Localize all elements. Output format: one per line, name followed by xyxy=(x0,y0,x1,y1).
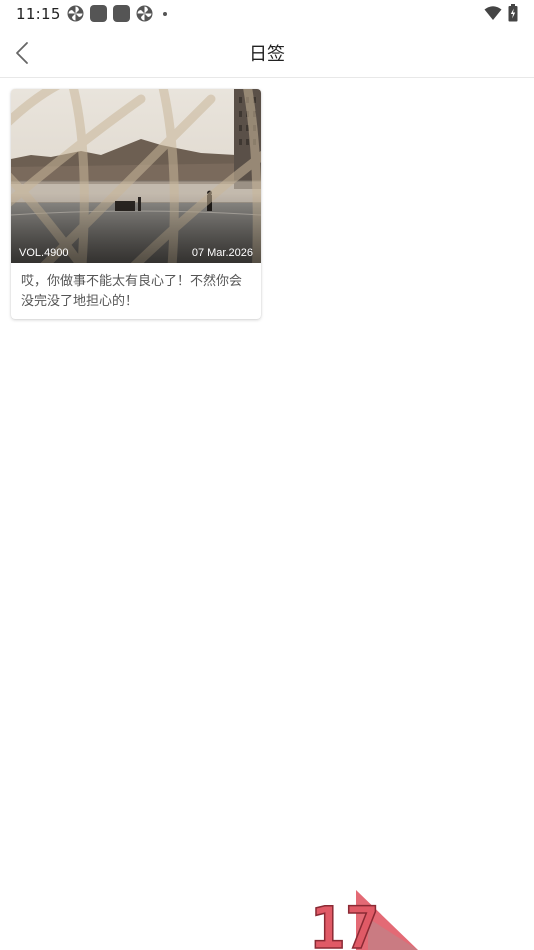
battery-icon xyxy=(508,4,518,22)
date-label: 07 Mar.2026 xyxy=(191,247,253,259)
app-square-icon xyxy=(113,5,130,22)
watermark-text: 17 xyxy=(310,894,380,950)
card-quote: 哎，你做事不能太有良心了！不然你会没完没了地担心的！ xyxy=(21,274,243,309)
app-square-icon xyxy=(90,5,107,22)
photo-illustration xyxy=(11,89,261,263)
watermark-logo: 17 xyxy=(309,890,418,950)
system-icons xyxy=(484,4,518,22)
pinwheel-icon xyxy=(136,5,153,22)
wifi-icon xyxy=(484,6,502,20)
page-title: 日签 xyxy=(249,44,285,65)
screen: 11:15 日签 VOL.4900 07 Mar.2026 哎，你做事不能太有良… xyxy=(0,0,534,950)
status-time: 11:15 xyxy=(16,5,61,23)
daily-sign-card[interactable]: VOL.4900 07 Mar.2026 哎，你做事不能太有良心了！不然你会没完… xyxy=(11,89,261,319)
pinwheel-icon xyxy=(67,5,84,22)
volume-label: VOL.4900 xyxy=(19,247,69,259)
card-photo: VOL.4900 07 Mar.2026 xyxy=(11,89,261,263)
status-bar: 11:15 xyxy=(0,0,534,28)
dot-icon xyxy=(163,11,167,16)
notification-icons xyxy=(67,5,167,22)
app-header: 日签 xyxy=(0,28,534,78)
